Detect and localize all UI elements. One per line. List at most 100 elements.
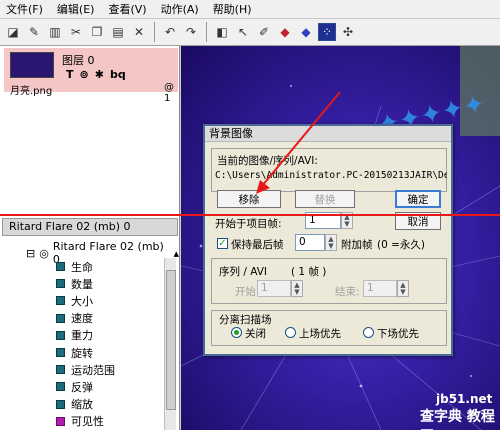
toolbar-separator	[206, 22, 207, 42]
target-icon[interactable]: ⊚	[80, 68, 89, 81]
scan-upper-radio[interactable]	[285, 327, 296, 338]
property-icon	[56, 348, 65, 358]
layer-thumbnail	[10, 52, 54, 78]
keep-last-field[interactable]: 0	[295, 234, 325, 251]
paste-icon[interactable]: ▤	[109, 23, 127, 41]
tree-item-zoom[interactable]: 缩放	[56, 396, 115, 413]
menu-help[interactable]: 帮助(H)	[213, 1, 252, 17]
tree-item-motion-rand[interactable]: 运动范围	[56, 361, 115, 378]
undo-icon[interactable]: ↶	[161, 23, 179, 41]
property-icon	[56, 313, 65, 323]
scan-upper-label: 上场优先	[299, 328, 341, 340]
property-icon	[56, 399, 65, 409]
replace-button[interactable]: 替换	[295, 190, 355, 208]
keep-last-label: 保持最后帧	[231, 239, 284, 251]
menu-edit[interactable]: 编辑(E)	[57, 1, 95, 17]
save-icon[interactable]: ▥	[46, 23, 64, 41]
current-image-path: C:\Users\Administrator.PC-20150213JAIR\D…	[215, 170, 447, 181]
toolbar: ◪ ✎ ▥ ✂ ❐ ▤ ✕ ↶ ↷ ◧ ↖ ✐ ◆ ◆ ⁘ ✣	[0, 19, 500, 46]
sequence-end-label: 结束:	[335, 286, 360, 298]
bg-icon[interactable]: bq	[110, 68, 126, 81]
tree-item-size[interactable]: 大小	[56, 292, 115, 309]
property-tree: 生命 数量 大小 速度 重力 旋转 运动范围 反弹 缩放 可见性	[56, 258, 115, 430]
copy-icon[interactable]: ❐	[88, 23, 106, 41]
particle-icon[interactable]: ⁘	[318, 23, 336, 41]
tree-item-label: 缩放	[71, 398, 93, 412]
property-icon	[56, 296, 65, 306]
tree-item-spin[interactable]: 旋转	[56, 344, 115, 361]
tree-item-label: 重力	[71, 329, 93, 343]
new-icon[interactable]: ◪	[4, 23, 22, 41]
redo-icon[interactable]: ↷	[182, 23, 200, 41]
crosshair-icon[interactable]: ✣	[339, 23, 357, 41]
tree-item-label: 反弹	[71, 380, 93, 394]
scan-off-label: 关闭	[245, 328, 266, 340]
scan-off-radio[interactable]	[231, 327, 242, 338]
tree-item-label: 数量	[71, 277, 93, 291]
layer-icons: T ⊚ ✱ bq	[66, 68, 126, 81]
cut-icon[interactable]: ✂	[67, 23, 85, 41]
menu-view[interactable]: 查看(V)	[108, 1, 146, 17]
tree-item-label: 大小	[71, 294, 93, 308]
tree-item-weight[interactable]: 重力	[56, 327, 115, 344]
sequence-start-label: 开始:	[235, 286, 260, 298]
keep-last-checkbox[interactable]: ✓	[217, 238, 228, 249]
pen-icon[interactable]: ✐	[255, 23, 273, 41]
tree-item-label: 速度	[71, 312, 93, 326]
scan-lower-label: 下场优先	[377, 328, 419, 340]
menu-file[interactable]: 文件(F)	[6, 1, 43, 17]
annotation-line	[0, 214, 500, 216]
sequence-start-spinner[interactable]: ▲ ▼	[291, 280, 303, 297]
extra-frames-note: (0 =永久)	[377, 239, 426, 251]
sequence-end-field[interactable]: 1	[363, 280, 397, 297]
delete-icon[interactable]: ✕	[130, 23, 148, 41]
sequence-count: ( 1 帧 )	[291, 266, 327, 278]
sequence-end-spinner[interactable]: ▲ ▼	[397, 280, 409, 297]
property-icon	[56, 382, 65, 392]
property-icon	[56, 365, 65, 375]
menu-bar: 文件(F) 编辑(E) 查看(V) 动作(A) 帮助(H)	[0, 0, 500, 19]
ok-button[interactable]: 确定	[395, 190, 441, 208]
tree-item-bounce[interactable]: 反弹	[56, 378, 115, 395]
tree-item-label: 生命	[71, 260, 93, 274]
layer-row[interactable]: 图层 0 T ⊚ ✱ bq 月亮.png @ 1	[4, 48, 178, 104]
property-icon	[56, 416, 65, 426]
tree-item-visibility[interactable]: 可见性	[56, 413, 115, 430]
collapse-icon[interactable]: ⊟	[26, 247, 35, 260]
layers-panel: 图层 0 T ⊚ ✱ bq 月亮.png @ 1 Ritard Flare 02…	[0, 46, 180, 430]
sequence-start-field[interactable]: 1	[257, 280, 291, 297]
layer-blue-icon[interactable]: ◆	[297, 23, 315, 41]
scan-lower-radio[interactable]	[363, 327, 374, 338]
property-icon	[56, 279, 65, 289]
emitter-header: Ritard Flare 02 (mb) 0	[2, 218, 178, 236]
scrollbar-thumb[interactable]	[166, 270, 176, 410]
tree-item-label: 旋转	[71, 346, 93, 360]
toolbar-separator	[154, 22, 155, 42]
tree-scrollbar[interactable]	[164, 258, 176, 430]
keep-last-spinner[interactable]: ▲ ▼	[325, 234, 337, 251]
field-scan-label: 分离扫描场	[219, 314, 272, 326]
tree-item-life[interactable]: 生命	[56, 258, 115, 275]
layer-red-icon[interactable]: ◆	[276, 23, 294, 41]
property-icon	[56, 262, 65, 272]
background-image-dialog: 背景图像 当前的图像/序列/AVI: C:\Users\Administrato…	[203, 124, 453, 356]
open-icon[interactable]: ✎	[25, 23, 43, 41]
watermark-site: 查字典 教程网	[420, 409, 495, 430]
dialog-title: 背景图像	[205, 126, 451, 142]
view-icon[interactable]: ◧	[213, 23, 231, 41]
layer-file: 月亮.png	[10, 86, 53, 97]
text-icon[interactable]: T	[66, 68, 74, 81]
tree-item-label: 可见性	[71, 415, 104, 429]
menu-action[interactable]: 动作(A)	[161, 1, 199, 17]
sparkle-icon[interactable]: ✱	[95, 68, 104, 81]
sequence-label: 序列 / AVI	[219, 266, 268, 278]
watermark-domain: jb51.net	[436, 392, 493, 406]
property-icon	[56, 330, 65, 340]
current-image-label: 当前的图像/序列/AVI:	[217, 155, 318, 167]
remove-button[interactable]: 移除	[217, 190, 281, 208]
tree-item-velocity[interactable]: 速度	[56, 310, 115, 327]
pointer-icon[interactable]: ↖	[234, 23, 252, 41]
layer-number: @ 1	[164, 82, 174, 104]
tree-item-number[interactable]: 数量	[56, 275, 115, 292]
emitter-icon: ◎	[39, 246, 49, 260]
